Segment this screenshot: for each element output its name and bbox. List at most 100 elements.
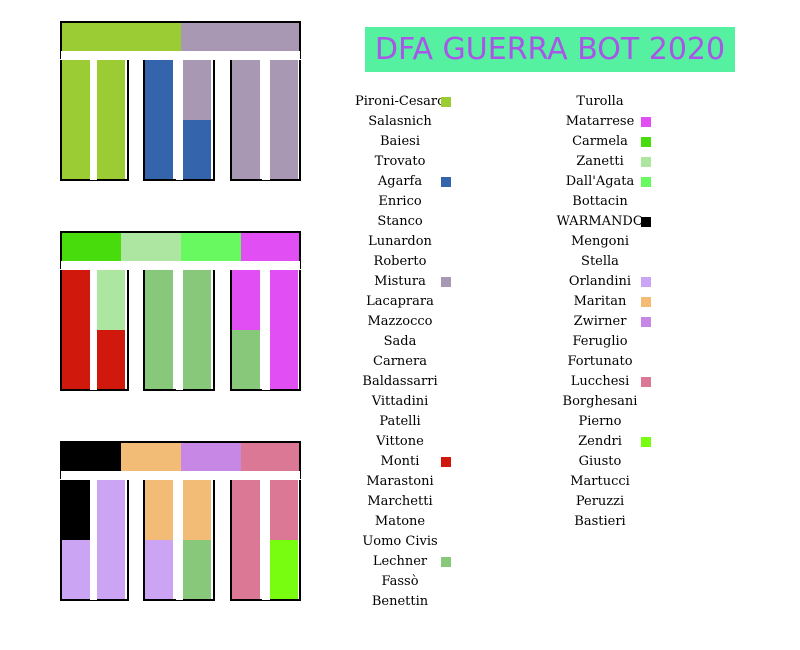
player-entry: Peruzzi — [480, 492, 720, 512]
player-name: Dall'Agata — [565, 174, 635, 189]
player-name: Carmela — [572, 134, 628, 149]
player-color-swatch — [441, 97, 451, 107]
player-color-swatch — [641, 177, 651, 187]
player-entry: Zendri — [480, 432, 720, 452]
player-name: Feruglio — [572, 334, 628, 349]
player-name: Mengoni — [570, 234, 630, 249]
board-top-segment — [181, 22, 241, 51]
player-entry: Carmela — [480, 132, 720, 152]
player-color-swatch — [641, 377, 651, 387]
board-divider — [262, 270, 270, 390]
board-cell — [62, 330, 90, 390]
player-entry: Benettin — [280, 592, 520, 612]
player-name: Zanetti — [576, 154, 624, 169]
player-entry: Lucchesi — [480, 372, 720, 392]
board-cell — [232, 270, 260, 330]
player-color-swatch — [441, 277, 451, 287]
board-separator — [61, 51, 300, 60]
board-separator — [61, 471, 300, 480]
player-entry: WARMANDO — [480, 212, 720, 232]
player-entry: Orlandini — [480, 272, 720, 292]
player-name: Fassò — [381, 574, 419, 589]
player-name: Bottacin — [572, 194, 628, 209]
board-top-segment — [181, 442, 241, 471]
player-entry: Maritan — [480, 292, 720, 312]
board-cell — [232, 540, 260, 600]
board-cell — [62, 480, 90, 540]
board-cell — [97, 270, 125, 330]
player-entry: Uomo Civis — [280, 532, 520, 552]
board-cell — [62, 270, 90, 330]
player-name: Lucchesi — [570, 374, 630, 389]
player-name: Orlandini — [568, 274, 632, 289]
board-cell — [97, 60, 125, 120]
board-top-segment — [61, 22, 121, 51]
board-divider — [176, 480, 183, 600]
player-name: Turolla — [576, 94, 624, 109]
player-entry: Zwirner — [480, 312, 720, 332]
player-name: Maritan — [573, 294, 627, 309]
player-color-swatch — [641, 317, 651, 327]
player-name: Fortunato — [567, 354, 633, 369]
board-divider — [90, 60, 97, 180]
page-title: DFA GUERRA BOT 2020 — [365, 27, 735, 72]
board-cell — [183, 540, 211, 600]
board-cell — [97, 120, 125, 180]
player-entry: Lechner — [280, 552, 520, 572]
player-entry: Turolla — [480, 92, 720, 112]
board-cell — [183, 270, 211, 330]
board-divider — [262, 480, 270, 600]
player-name: Martucci — [570, 474, 630, 489]
board-cell — [145, 480, 173, 540]
player-name: Bastieri — [574, 514, 626, 529]
player-color-swatch — [641, 297, 651, 307]
board-cell — [232, 60, 260, 120]
board-cell — [232, 120, 260, 180]
board-separator — [61, 261, 300, 270]
board-top-segment — [61, 232, 121, 261]
player-name: Zwirner — [573, 314, 627, 329]
board-top-segment — [121, 232, 181, 261]
player-entry: Matarrese — [480, 112, 720, 132]
player-entry: Borghesani — [480, 392, 720, 412]
board-cell — [97, 540, 125, 600]
player-name: Pierno — [578, 414, 622, 429]
player-name: Borghesani — [562, 394, 638, 409]
board-cell — [145, 330, 173, 390]
player-entry: Fassò — [280, 572, 520, 592]
board-cell — [145, 540, 173, 600]
player-list-right: Turolla Matarrese Carmela Zanetti Dall'Agata… — [480, 92, 720, 532]
board-top-segment — [241, 22, 301, 51]
board-cell — [183, 120, 211, 180]
player-name: Giusto — [578, 454, 622, 469]
player-entry: Martucci — [480, 472, 720, 492]
board-cell — [145, 120, 173, 180]
board-top-segment — [121, 442, 181, 471]
board-cell — [62, 60, 90, 120]
player-name: Zendri — [578, 434, 622, 449]
player-entry: Stella — [480, 252, 720, 272]
board-divider — [90, 480, 97, 600]
board-cell — [62, 120, 90, 180]
board-cell — [183, 480, 211, 540]
board-divider — [176, 60, 183, 180]
player-name: Peruzzi — [575, 494, 625, 509]
player-name: Uomo Civis — [362, 534, 438, 549]
player-entry: Zanetti — [480, 152, 720, 172]
player-entry: Feruglio — [480, 332, 720, 352]
board-cell — [97, 330, 125, 390]
player-name: Benettin — [371, 594, 429, 609]
board-divider — [90, 270, 97, 390]
board-cell — [62, 540, 90, 600]
player-color-swatch — [441, 177, 451, 187]
player-color-swatch — [641, 437, 651, 447]
player-color-swatch — [641, 277, 651, 287]
board-cell — [183, 330, 211, 390]
player-entry: Bottacin — [480, 192, 720, 212]
board-divider — [176, 270, 183, 390]
player-color-swatch — [441, 557, 451, 567]
board-top-segment — [61, 442, 121, 471]
player-color-swatch — [641, 157, 651, 167]
player-name: Matarrese — [565, 114, 635, 129]
board-top-segment — [181, 232, 241, 261]
